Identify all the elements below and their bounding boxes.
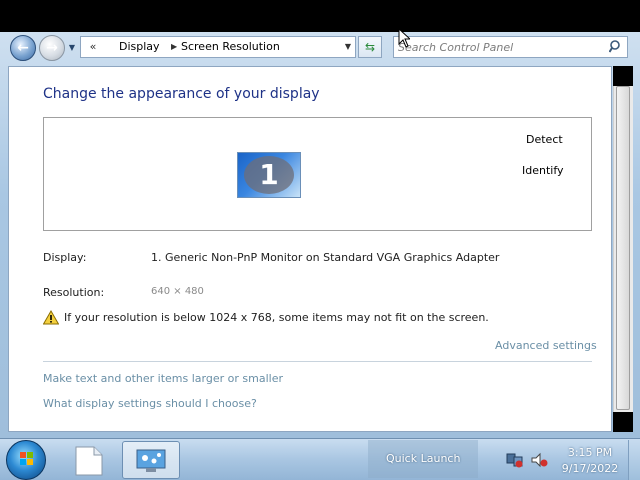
page-title: Change the appearance of your display <box>43 86 320 102</box>
back-button[interactable]: ← <box>10 35 36 61</box>
quick-launch-toolbar[interactable]: Quick Launch <box>368 440 478 478</box>
show-desktop-button[interactable] <box>628 440 640 480</box>
search-icon[interactable] <box>609 39 623 55</box>
control-panel-icon: « <box>89 40 97 53</box>
search-input[interactable] <box>398 39 598 55</box>
refresh-icon: ⇆ <box>364 40 376 54</box>
resolution-label: Resolution: <box>43 286 105 299</box>
explorer-taskbar-icon[interactable] <box>72 443 110 477</box>
resolution-select[interactable]: 640 × 480 <box>151 286 204 297</box>
display-label: Display: <box>43 251 87 264</box>
quick-launch-label: Quick Launch <box>386 452 461 465</box>
breadcrumb-screen-resolution[interactable]: Screen Resolution <box>181 40 280 53</box>
clock-time[interactable]: 3:15 PM <box>564 446 616 459</box>
recent-pages-dropdown-icon[interactable]: ▼ <box>66 42 78 54</box>
resolution-warning-text: If your resolution is below 1024 x 768, … <box>64 311 489 324</box>
section-divider <box>43 361 592 362</box>
scrollbar-bottom-block <box>613 412 633 432</box>
refresh-button[interactable]: ⇆ <box>358 36 382 58</box>
warning-icon <box>43 310 59 325</box>
control-panel-taskbar-button[interactable] <box>122 441 180 479</box>
display-select[interactable]: 1. Generic Non-PnP Monitor on Standard V… <box>151 251 499 264</box>
address-bar[interactable]: « Display ▶ Screen Resolution ▼ <box>80 36 356 58</box>
monitor-1-thumbnail[interactable]: 1 <box>237 152 301 198</box>
address-dropdown-icon[interactable]: ▼ <box>345 40 351 54</box>
breadcrumb-separator-icon[interactable]: ▶ <box>171 40 177 54</box>
make-text-larger-link[interactable]: Make text and other items larger or smal… <box>43 372 283 385</box>
display-settings-help-link[interactable]: What display settings should I choose? <box>43 397 257 410</box>
forward-button[interactable]: → <box>39 35 65 61</box>
identify-button[interactable]: Identify <box>522 164 564 177</box>
detect-button[interactable]: Detect <box>526 133 563 146</box>
windows-logo-icon <box>20 452 33 465</box>
scrollbar-thumb[interactable] <box>616 86 630 410</box>
breadcrumb-display[interactable]: Display <box>119 40 160 53</box>
back-arrow-icon: ← <box>17 40 29 56</box>
monitor-number-badge: 1 <box>244 156 294 194</box>
network-tray-icon[interactable] <box>506 452 524 468</box>
volume-muted-tray-icon[interactable] <box>530 452 548 468</box>
forward-arrow-icon: → <box>46 40 58 56</box>
start-button[interactable] <box>6 440 46 480</box>
search-box[interactable] <box>393 36 628 58</box>
mouse-cursor-icon <box>398 28 410 48</box>
display-settings-icon <box>136 449 166 472</box>
monitor-preview-area <box>43 117 592 231</box>
top-black-strip <box>0 0 640 32</box>
scrollbar-top-block <box>613 66 633 86</box>
advanced-settings-link[interactable]: Advanced settings <box>495 339 597 352</box>
clock-date[interactable]: 9/17/2022 <box>560 462 620 475</box>
